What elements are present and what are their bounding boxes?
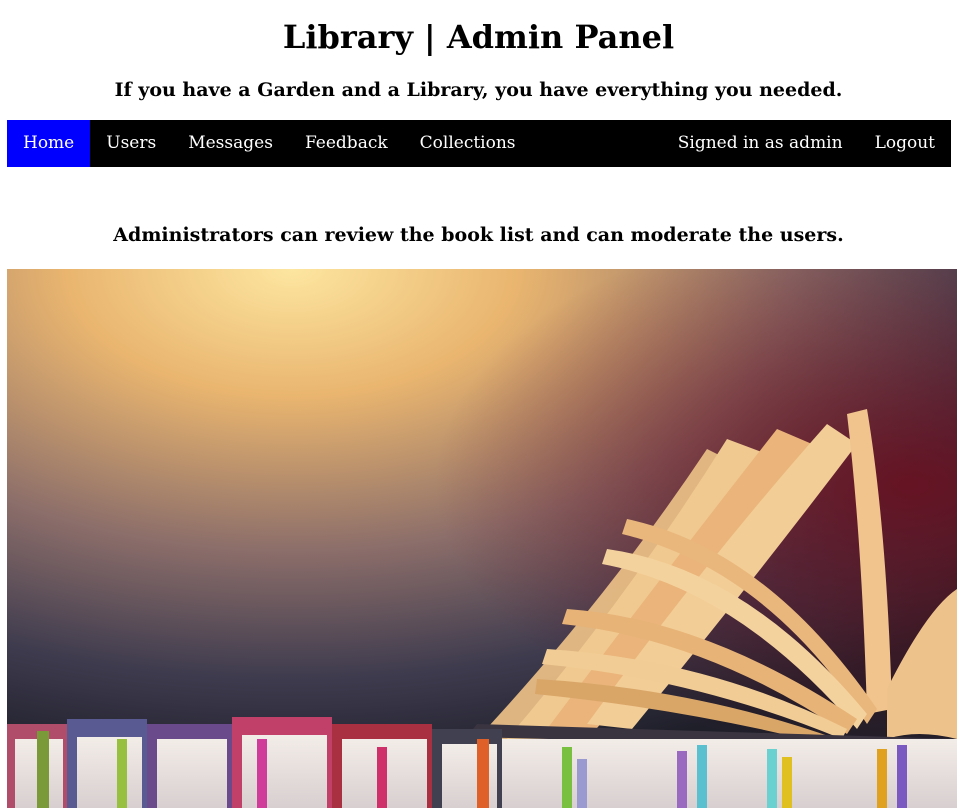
hero-image — [7, 269, 957, 808]
nav-home[interactable]: Home — [7, 120, 91, 167]
page-title: Library | Admin Panel — [282, 18, 675, 56]
nav-messages[interactable]: Messages — [172, 120, 289, 167]
nav-feedback[interactable]: Feedback — [289, 120, 404, 167]
intro-text: Administrators can review the book list … — [113, 224, 844, 246]
nav-collections[interactable]: Collections — [404, 120, 532, 167]
nav-users[interactable]: Users — [90, 120, 172, 167]
nav-signed-in-status[interactable]: Signed in as admin — [662, 120, 859, 167]
nav-logout[interactable]: Logout — [859, 120, 951, 167]
page-tagline: If you have a Garden and a Library, you … — [114, 79, 843, 101]
top-navbar: Home Users Messages Feedback Collections… — [7, 120, 951, 167]
